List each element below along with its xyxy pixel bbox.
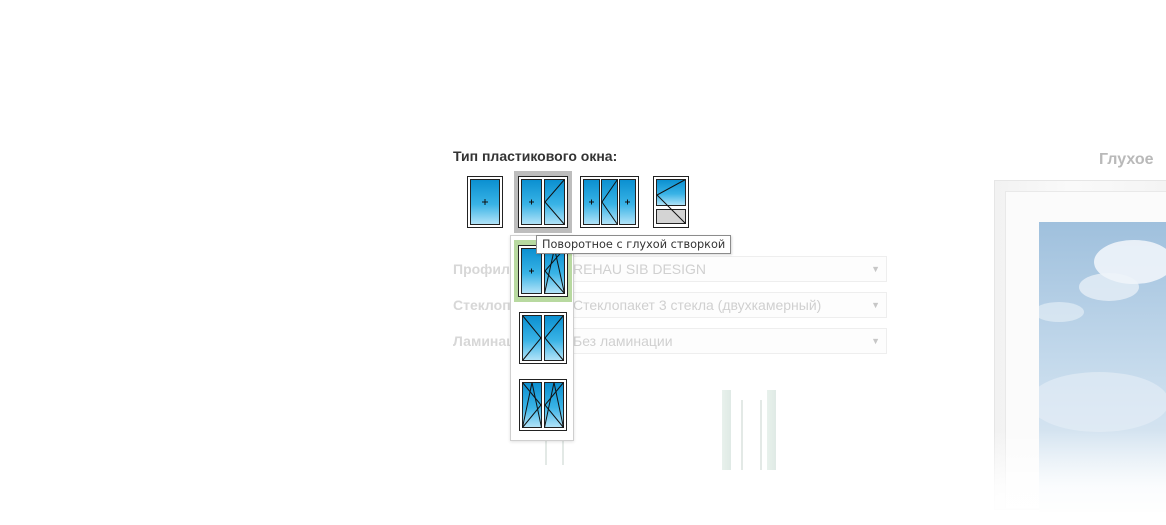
preview-fade	[985, 430, 1166, 525]
window-type-single-button[interactable]	[467, 176, 503, 228]
lamination-select[interactable]: Без ламинации ▼	[564, 328, 887, 354]
background-decoration	[767, 390, 776, 470]
background-decoration	[545, 440, 547, 465]
single-sash-window-icon	[467, 176, 503, 228]
double-sash-window-icon	[518, 176, 568, 228]
triple-sash-window-icon	[580, 176, 639, 228]
background-decoration	[562, 440, 564, 465]
sash-variant-option[interactable]	[519, 312, 567, 369]
glass-unit-select-value: Стеклопакет 3 стекла (двухкамерный)	[573, 297, 822, 313]
preview-title: Глухое	[1099, 151, 1154, 168]
background-decoration	[722, 390, 731, 470]
tooltip: Поворотное с глухой створкой	[536, 235, 732, 254]
window-type-triple-button[interactable]	[580, 176, 639, 228]
chevron-down-icon: ▼	[871, 300, 880, 310]
profile-select[interactable]: REHAU SIB DESIGN ▼	[564, 256, 887, 282]
window-type-double-button[interactable]	[514, 171, 572, 233]
two-tilt-turn-sashes-icon	[519, 379, 567, 431]
window-type-balcony-button[interactable]	[653, 176, 689, 228]
sash-variant-option[interactable]	[519, 379, 567, 436]
two-turn-sashes-icon	[519, 312, 567, 364]
lamination-select-value: Без ламинации	[573, 333, 673, 349]
profile-select-value: REHAU SIB DESIGN	[573, 261, 707, 277]
background-decoration	[760, 400, 762, 470]
balcony-door-icon	[653, 176, 689, 228]
chevron-down-icon: ▼	[871, 336, 880, 346]
background-decoration	[741, 400, 743, 470]
glass-unit-select[interactable]: Стеклопакет 3 стекла (двухкамерный) ▼	[564, 292, 887, 318]
sash-variant-dropdown	[510, 235, 574, 441]
chevron-down-icon: ▼	[871, 264, 880, 274]
window-type-title: Тип пластикового окна:	[453, 148, 618, 164]
